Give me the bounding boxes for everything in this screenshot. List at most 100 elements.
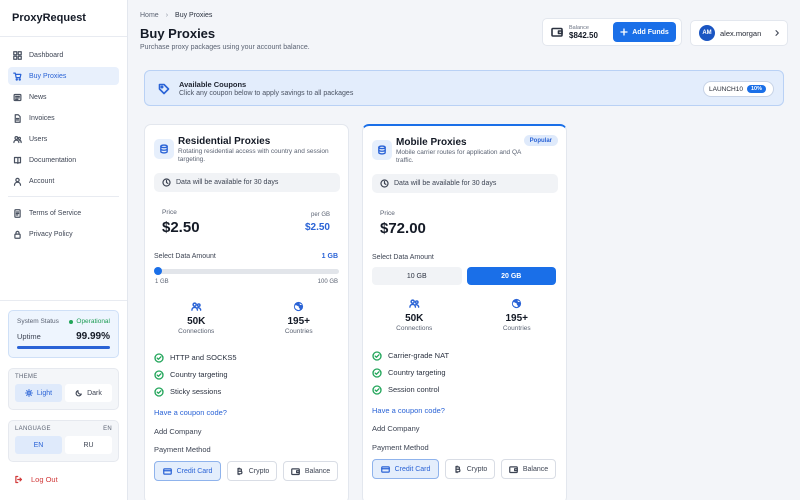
sun-icon (25, 389, 33, 397)
payment-balance-button[interactable]: Balance (283, 461, 338, 481)
payment-crypto-button[interactable]: Crypto (445, 459, 495, 479)
payment-crypto-button[interactable]: Crypto (227, 461, 277, 481)
feature-text: HTTP and SOCKS5 (170, 353, 237, 362)
grid-icon (13, 50, 22, 60)
theme-card: THEME Light Dark (8, 368, 119, 410)
sidebar-item-privacy[interactable]: Privacy Policy (8, 225, 119, 243)
feature-text: Country targeting (170, 370, 228, 379)
chevron-right-icon (775, 30, 779, 36)
balance-widget: Balance $842.50 Add Funds (542, 18, 682, 46)
stat-label: Countries (284, 328, 313, 335)
wallet-icon (551, 27, 563, 37)
globe-icon (294, 301, 304, 312)
payment-label: Crypto (248, 467, 270, 475)
sidebar-item-invoices[interactable]: Invoices (8, 109, 119, 127)
coupons-banner: Available Coupons Click any coupon below… (144, 70, 784, 106)
sidebar-item-label: Account (29, 177, 55, 185)
payment-label: Credit Card (394, 465, 431, 473)
select-amount-label: Select Data Amount (154, 253, 216, 260)
popular-badge: Popular (523, 135, 558, 146)
coupon-code-link[interactable]: Have a coupon code? (154, 408, 227, 417)
stat-value: 50K (405, 313, 424, 324)
sidebar-item-users[interactable]: Users (8, 130, 119, 148)
sidebar-item-terms[interactable]: Terms of Service (8, 204, 119, 222)
database-icon (154, 139, 174, 159)
coupon-chip[interactable]: LAUNCH10 10% (703, 81, 774, 97)
card-stats: 50K Connections 195+ Countries (145, 301, 350, 335)
system-status-card: System Status Operational Uptime 99.99% (8, 310, 119, 358)
add-funds-label: Add Funds (632, 28, 669, 36)
option-20gb-button[interactable]: 20 GB (466, 267, 556, 285)
status-badge: Operational (69, 318, 110, 325)
feature-text: Carrier-grade NAT (388, 351, 450, 360)
per-gb-value: $2.50 (304, 222, 330, 233)
stat-value: 195+ (505, 313, 529, 324)
payment-label: Balance (522, 465, 549, 473)
stat-connections: 50K Connections (145, 301, 248, 335)
language-en-button[interactable]: EN (15, 436, 62, 454)
payment-credit-card-button[interactable]: Credit Card (372, 459, 439, 479)
data-amount-options: 10 GB 20 GB (372, 267, 556, 285)
feature-text: Session control (388, 385, 440, 394)
sidebar-item-account[interactable]: Account (8, 172, 119, 190)
add-funds-button[interactable]: Add Funds (613, 22, 676, 42)
network-icon (408, 299, 420, 308)
tag-icon (158, 83, 170, 95)
payment-method-label: Payment Method (154, 445, 211, 454)
price-label: Price (380, 210, 395, 217)
stat-countries: 195+ Countries (466, 298, 569, 332)
sidebar-item-label: Documentation (29, 156, 77, 164)
sidebar-item-documentation[interactable]: Documentation (8, 151, 119, 169)
chevron-right-icon: › (165, 12, 169, 19)
uptime-progress-bar (17, 346, 110, 349)
language-ru-button[interactable]: RU (65, 436, 112, 454)
slider-handle[interactable] (154, 267, 162, 275)
sidebar: ProxyRequest Dashboard Buy Proxies News … (0, 0, 128, 500)
avatar: AM (699, 25, 715, 41)
sidebar-item-dashboard[interactable]: Dashboard (8, 46, 119, 64)
status-state: Operational (76, 318, 110, 325)
breadcrumb-home[interactable]: Home (140, 12, 159, 19)
selected-amount: 1 GB (321, 253, 338, 260)
wallet-icon (508, 465, 518, 473)
sidebar-divider (8, 196, 119, 197)
add-company-toggle[interactable]: Add Company (372, 424, 420, 433)
card-title: Residential Proxies (178, 136, 271, 147)
language-current: EN (103, 426, 112, 432)
list-item: Country targeting (372, 364, 449, 381)
price-value: $2.50 (162, 219, 200, 236)
card-description: Rotating residential access with country… (178, 148, 329, 163)
user-menu-button[interactable]: AM alex.morgan (690, 20, 788, 46)
coupon-discount-badge: 10% (746, 85, 766, 93)
list-item: Sticky sessions (154, 383, 237, 400)
card-description: Mobile carrier routes for application an… (396, 149, 522, 164)
slider-max-label: 100 GB (317, 279, 338, 285)
option-10gb-button[interactable]: 10 GB (372, 267, 462, 285)
sidebar-item-buy-proxies[interactable]: Buy Proxies (8, 67, 119, 85)
logout-button[interactable]: Log Out (14, 475, 58, 484)
data-amount-slider[interactable] (154, 267, 339, 275)
breadcrumb: Home › Buy Proxies (140, 12, 212, 19)
language-label: LANGUAGE (15, 426, 51, 432)
payment-balance-button[interactable]: Balance (501, 459, 556, 479)
coupon-code-link[interactable]: Have a coupon code? (372, 406, 445, 415)
card-stats: 50K Connections 195+ Countries (363, 298, 568, 332)
theme-dark-button[interactable]: Dark (65, 384, 112, 402)
clock-icon (380, 179, 389, 188)
payment-credit-card-button[interactable]: Credit Card (154, 461, 221, 481)
sidebar-item-news[interactable]: News (8, 88, 119, 106)
balance-value: $842.50 (569, 30, 598, 40)
bitcoin-icon (237, 467, 243, 475)
logout-icon (15, 475, 23, 484)
mobile-proxies-card: Mobile Proxies Popular Mobile carrier ro… (362, 124, 567, 500)
add-company-toggle[interactable]: Add Company (154, 427, 202, 436)
book-icon (13, 156, 22, 164)
status-dot-icon (69, 319, 74, 324)
check-circle-icon (154, 386, 164, 397)
theme-light-button[interactable]: Light (15, 384, 62, 402)
language-card: LANGUAGE EN EN RU (8, 420, 119, 462)
card-title: Mobile Proxies (396, 137, 467, 148)
credit-card-icon (162, 467, 172, 475)
brand-logo[interactable]: ProxyRequest (12, 12, 86, 24)
uptime-label: Uptime (17, 332, 41, 341)
